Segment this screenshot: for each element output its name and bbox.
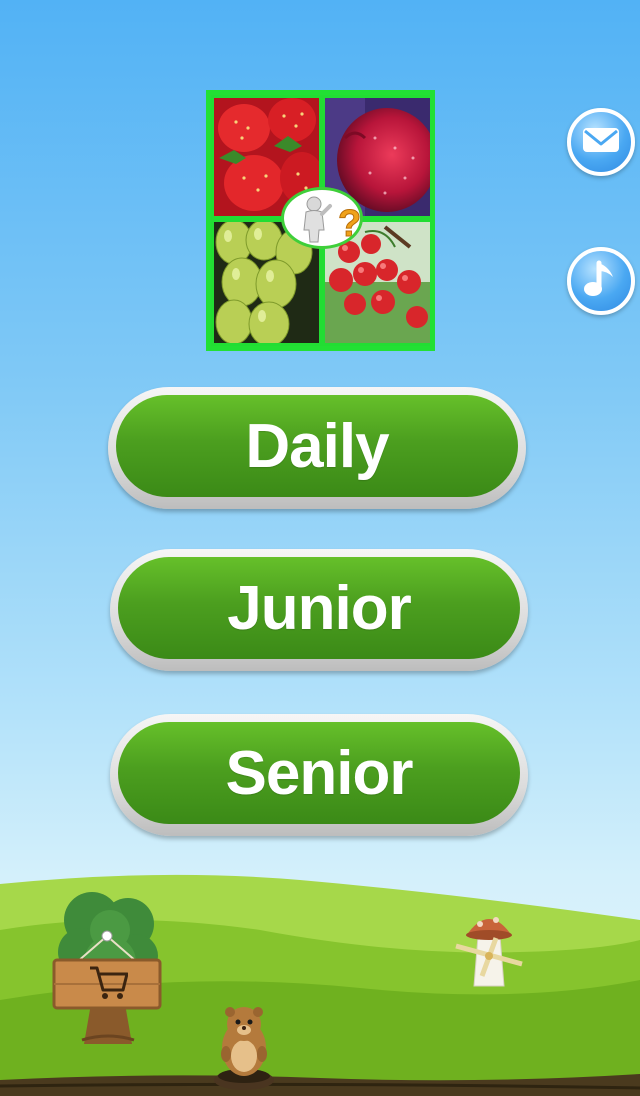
junior-button-face: Junior [118, 557, 520, 659]
daily-button-face: Daily [116, 395, 518, 497]
music-button[interactable] [567, 247, 635, 315]
senior-button-label: Senior [225, 738, 414, 808]
main-menu-screen: ? Daily Junior Senior [0, 0, 640, 1096]
landscape-scene [0, 860, 640, 1096]
music-note-icon [583, 259, 619, 304]
shopping-cart-icon [88, 964, 128, 1002]
senior-button[interactable]: Senior [110, 714, 528, 836]
senior-button-face: Senior [118, 722, 520, 824]
gopher-mascot [208, 996, 280, 1092]
junior-button[interactable]: Junior [110, 549, 528, 671]
question-figure-icon: ? [281, 187, 363, 249]
daily-button[interactable]: Daily [108, 387, 526, 509]
mushroom-windmill [452, 906, 526, 992]
mail-button[interactable] [567, 108, 635, 176]
mail-icon [581, 125, 621, 160]
junior-button-label: Junior [227, 573, 411, 643]
game-logo: ? [206, 90, 435, 351]
daily-button-label: Daily [245, 411, 389, 481]
shop-button[interactable] [52, 930, 162, 1012]
